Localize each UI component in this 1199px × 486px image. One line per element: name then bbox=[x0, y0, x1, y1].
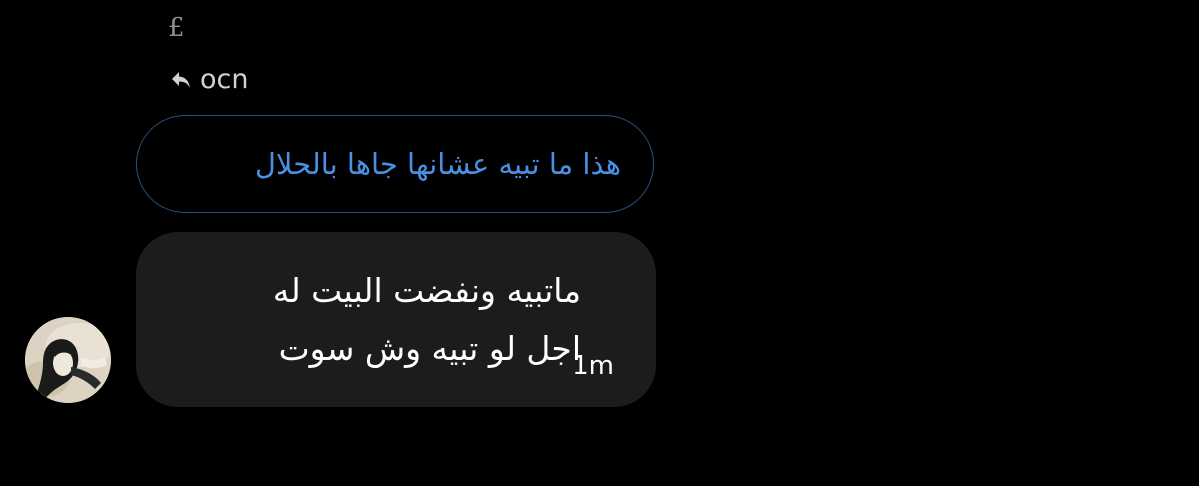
reply-to-name: ocn bbox=[200, 64, 249, 95]
quoted-message-bubble[interactable]: هذا ما تبيه عشانها جاها بالحلال bbox=[136, 115, 654, 213]
avatar[interactable] bbox=[25, 317, 111, 403]
currency-symbol: £ bbox=[168, 13, 185, 43]
message-timestamp: 1m bbox=[572, 351, 614, 381]
quoted-message-text: هذا ما تبيه عشانها جاها بالحلال bbox=[254, 147, 621, 181]
reply-arrow-icon bbox=[170, 70, 192, 90]
message-bubble[interactable]: ماتبيه ونفضت البيت له اجل لو تبيه وش سوت… bbox=[136, 232, 656, 407]
chat-screen: £ ocn هذا ما تبيه عشانها جاها بالحلال ما… bbox=[0, 0, 1199, 486]
reply-context: ocn bbox=[170, 62, 248, 98]
message-text: ماتبيه ونفضت البيت له اجل لو تبيه وش سوت bbox=[272, 271, 581, 368]
